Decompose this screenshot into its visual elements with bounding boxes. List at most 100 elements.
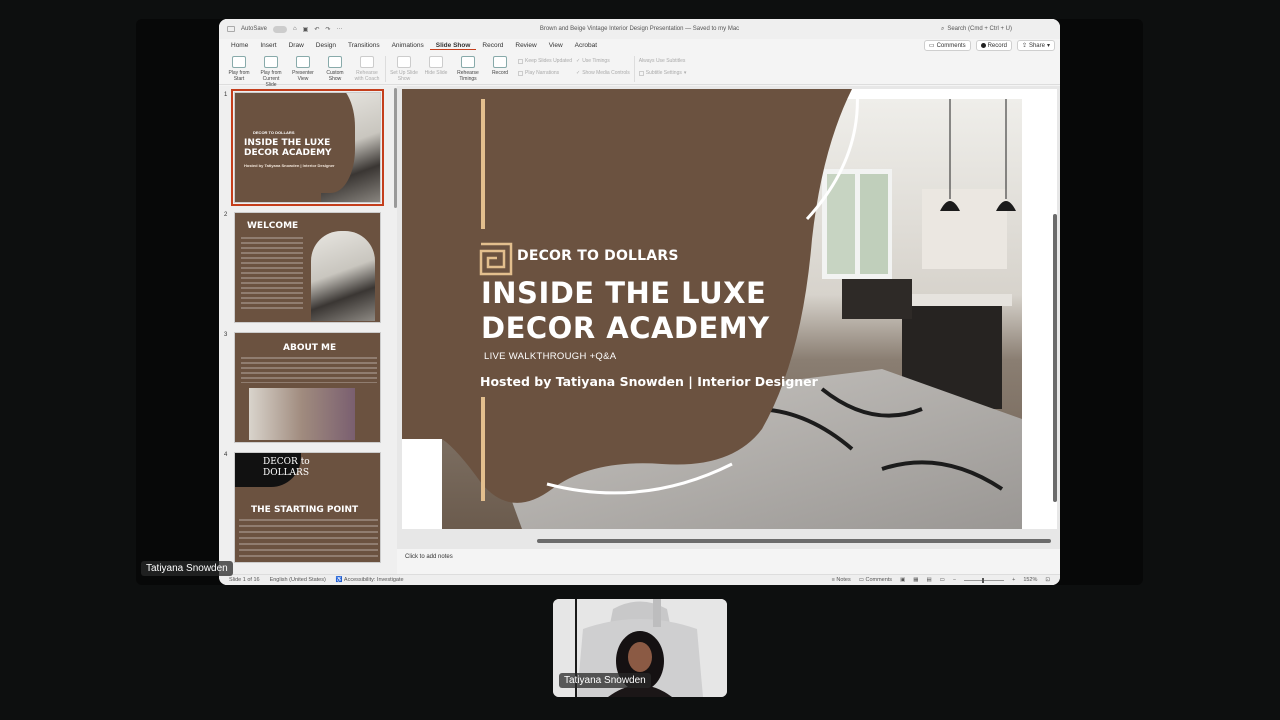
powerpoint-window: AutoSave ⌂ ▣ ↶ ↷ ··· Brown and Beige Vin…: [219, 19, 1060, 585]
tab-home[interactable]: Home: [225, 42, 254, 49]
always-subtitles-option[interactable]: Always Use Subtitles: [639, 58, 687, 64]
fit-slide-icon[interactable]: ⊡: [1045, 577, 1050, 583]
tool-label: Record: [491, 70, 509, 76]
tool-label: Play from Start: [228, 70, 250, 82]
hide-slide-button[interactable]: Hide Slide: [422, 56, 450, 76]
slide-title-line1: INSIDE THE LUXE: [481, 276, 767, 310]
notes-pane[interactable]: Click to add notes: [397, 549, 1060, 564]
presenter-view-button[interactable]: Presenter View: [289, 56, 317, 82]
comments-toggle-label: Comments: [865, 577, 893, 583]
slide-thumbnail-1[interactable]: DECOR TO DOLLARS INSIDE THE LUXE DECOR A…: [231, 89, 384, 206]
hide-slide-icon: [429, 56, 443, 68]
tab-acrobat[interactable]: Acrobat: [569, 42, 603, 49]
autosave-toggle[interactable]: [273, 25, 288, 33]
option-label: Use Timings: [582, 58, 610, 64]
tab-slide-show[interactable]: Slide Show: [429, 42, 477, 50]
tab-view[interactable]: View: [543, 42, 569, 49]
thumbnail-number: 4: [224, 452, 228, 458]
option-label: Always Use Subtitles: [638, 58, 686, 64]
option-label: Show Media Controls: [582, 70, 630, 76]
divider: [633, 56, 635, 82]
slide-thumbnail-pane: 1 DECOR TO DOLLARS INSIDE THE LUXE DECOR…: [219, 86, 397, 575]
tab-design[interactable]: Design: [310, 42, 342, 49]
tab-draw[interactable]: Draw: [283, 42, 310, 49]
tab-record[interactable]: Record: [476, 42, 509, 49]
sidebar-icon[interactable]: [227, 26, 235, 32]
more-icon[interactable]: ···: [336, 26, 342, 32]
subtitle-settings-dropdown[interactable]: Subtitle Settings ▾: [638, 70, 687, 76]
play-from-current-button[interactable]: Play from Current Slide: [257, 56, 285, 88]
setup-slideshow-button[interactable]: Set Up Slide Show: [390, 56, 418, 82]
zoom-in-icon[interactable]: +: [1012, 577, 1015, 583]
options-column-1: Keep Slides Updated Play Narrations: [518, 58, 572, 76]
play-from-start-button[interactable]: Play from Start: [225, 56, 253, 82]
language-indicator[interactable]: English (United States): [270, 577, 326, 583]
home-icon[interactable]: ⌂: [293, 26, 297, 32]
slide-thumbnail-2[interactable]: WELCOME: [234, 212, 381, 323]
zoom-slider[interactable]: [964, 577, 1005, 583]
play-narrations-option[interactable]: Play Narrations: [518, 70, 572, 76]
chevron-down-icon: ▾: [683, 70, 687, 76]
check-icon: ✓: [575, 70, 581, 76]
comment-icon: ▭: [928, 43, 935, 49]
document-title: Brown and Beige Vintage Interior Design …: [539, 26, 740, 32]
record-icon: [980, 43, 986, 48]
record-button[interactable]: Record: [975, 40, 1012, 51]
save-icon[interactable]: ▣: [303, 26, 309, 33]
presenter-name-tag: Tatiyana Snowden: [141, 561, 233, 576]
share-button[interactable]: ⇪ Share ▾: [1016, 40, 1055, 51]
divider: [385, 56, 386, 82]
presenter-icon: [296, 56, 310, 68]
undo-icon[interactable]: ↶: [314, 26, 319, 33]
use-timings-option[interactable]: ✓ Use Timings: [576, 58, 630, 64]
horizontal-scrollbar[interactable]: [537, 539, 1051, 543]
tab-animations[interactable]: Animations: [386, 42, 430, 49]
dining-table: [842, 279, 912, 319]
redo-icon[interactable]: ↷: [325, 26, 330, 33]
slide-canvas-area: DECOR TO DOLLARS INSIDE THE LUXE DECOR A…: [397, 86, 1060, 564]
reading-view-icon[interactable]: ▤: [926, 577, 931, 583]
rehearse-timings-button[interactable]: Rehearse Timings: [454, 56, 482, 82]
search-placeholder: Search (Cmd + Ctrl + U): [947, 26, 1012, 32]
ribbon-toolbar: Play from Start Play from Current Slide …: [219, 52, 1060, 88]
record-tool-button[interactable]: Record: [486, 56, 514, 76]
slide-brand-name: DECOR TO DOLLARS: [517, 248, 679, 264]
face: [628, 642, 652, 672]
rehearse-coach-button[interactable]: Rehearse with Coach: [353, 56, 381, 82]
zoom-out-icon[interactable]: −: [953, 577, 956, 583]
tab-review[interactable]: Review: [509, 42, 542, 49]
options-column-2: ✓ Use Timings ✓ Show Media Controls: [576, 58, 630, 76]
thumbnail-brand: DECOR TO DOLLARS: [253, 130, 295, 135]
vertical-scrollbar[interactable]: [1053, 214, 1057, 502]
thumbnail-logo-line1: DECOR to: [263, 457, 310, 467]
tab-transitions[interactable]: Transitions: [342, 42, 386, 49]
keep-updated-option[interactable]: Keep Slides Updated: [518, 58, 572, 64]
option-label: Play Narrations: [525, 70, 560, 76]
thumbnail-title: WELCOME: [247, 221, 299, 231]
slide-thumbnail-4[interactable]: DECOR to DOLLARS THE STARTING POINT: [234, 452, 381, 563]
comments-toggle[interactable]: ▭ Comments: [859, 577, 892, 583]
thumbnail-subtitle: Hosted by Tatiyana Snowden | Interior De…: [244, 163, 335, 168]
slideshow-view-icon[interactable]: ▭: [940, 577, 945, 583]
participant-camera-tile[interactable]: Tatiyana Snowden: [553, 599, 727, 697]
current-slide[interactable]: DECOR TO DOLLARS INSIDE THE LUXE DECOR A…: [402, 89, 1057, 529]
accessibility-status[interactable]: ♿ Accessibility: Investigate: [336, 577, 404, 583]
zoom-level[interactable]: 152%: [1023, 577, 1037, 583]
slide-sorter-icon[interactable]: ▦: [913, 577, 918, 583]
camera-name-tag: Tatiyana Snowden: [559, 673, 651, 688]
tab-insert[interactable]: Insert: [254, 42, 282, 49]
checkbox: [518, 58, 523, 64]
show-media-controls-option[interactable]: ✓ Show Media Controls: [576, 70, 630, 76]
thumbnail-body-text: [239, 519, 378, 561]
accessibility-label: Accessibility: Investigate: [343, 577, 404, 583]
timings-icon: [461, 56, 475, 68]
slide-thumbnail-3[interactable]: ABOUT ME: [234, 332, 381, 443]
comments-button[interactable]: ▭ Comments: [923, 40, 971, 51]
search-box[interactable]: ⌕ Search (Cmd + Ctrl + U): [941, 26, 1012, 33]
thumbnail-photo: [311, 231, 375, 321]
normal-view-icon[interactable]: ▣: [900, 577, 905, 583]
custom-show-button[interactable]: Custom Show: [321, 56, 349, 82]
options-column-3: Always Use Subtitles Subtitle Settings ▾: [638, 58, 687, 76]
notes-toggle[interactable]: ≡ Notes: [832, 577, 851, 583]
setup-icon: [397, 56, 411, 68]
